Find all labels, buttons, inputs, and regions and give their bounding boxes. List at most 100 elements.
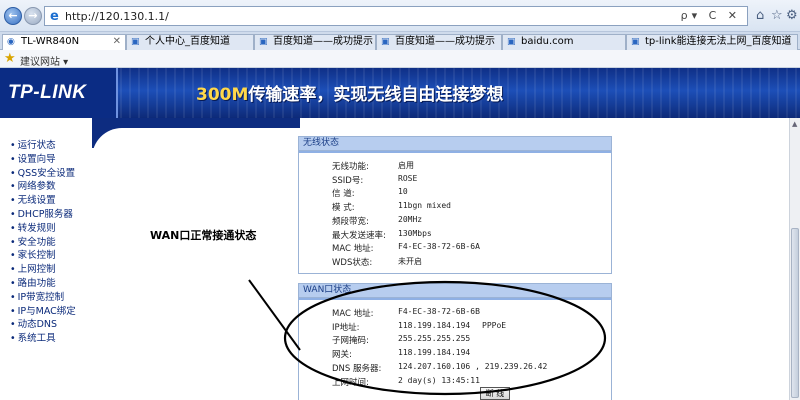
bullet-icon: •: [10, 181, 16, 193]
home-icon[interactable]: ⌂: [756, 8, 764, 23]
settings-icon[interactable]: ⚙: [786, 8, 798, 23]
wireless-row-label: MAC 地址:: [332, 244, 374, 255]
sidebar-item-label: 动态DNS: [17, 319, 58, 331]
tab-close-icon[interactable]: ✕: [113, 35, 121, 49]
sidebar-item[interactable]: • QSS安全设置: [10, 165, 75, 179]
panel-divider: [299, 298, 611, 300]
wan-row-label: IP地址:: [332, 322, 360, 333]
wireless-row-value: 未开启: [398, 256, 422, 266]
tab-baidu[interactable]: ▣ baidu.com: [502, 34, 626, 50]
bullet-icon: •: [10, 333, 16, 345]
sidebar-item-label: 网络参数: [17, 181, 56, 193]
wan-row-extra: PPPoE: [482, 320, 507, 330]
scrollbar-thumb[interactable]: [791, 228, 799, 398]
sidebar-item[interactable]: • 系统工具: [10, 330, 56, 344]
wireless-row-label: 无线功能:: [332, 162, 369, 172]
tab-strip: ◉ TL-WR840N ✕ ▣ 个人中心_百度知道 ▣ 百度知道——成功提示 ▣…: [0, 32, 800, 50]
bullet-icon: •: [10, 319, 16, 331]
sidebar-item-label: 家长控制: [17, 250, 56, 262]
page-scrollbar[interactable]: ▲: [789, 118, 800, 400]
wireless-row-label: 频段带宽:: [332, 216, 369, 227]
sidebar-item[interactable]: • IP带宽控制: [10, 289, 64, 303]
sidebar-item-label: 上网控制: [17, 264, 56, 276]
wan-row-value: 2 day(s) 13:45:11: [398, 375, 480, 385]
sidebar-item-label: DHCP服务器: [17, 209, 73, 220]
wan-row-label: 网关:: [332, 350, 352, 361]
sidebar-item-label: 转发规则: [17, 222, 56, 234]
wireless-row-label: 信 道:: [332, 189, 355, 200]
wireless-row-value: 启用: [398, 161, 414, 170]
sidebar-item-label: 路由功能: [17, 278, 56, 289]
wireless-row-label: 最大发送速率:: [332, 230, 386, 241]
scroll-up-icon[interactable]: ▲: [792, 120, 797, 128]
wan-status-title: WAN口状态: [299, 284, 611, 298]
tplink-logo: TP-LINK: [0, 68, 118, 118]
favorites-star-icon[interactable]: ★: [4, 51, 16, 66]
bullet-icon: •: [10, 195, 16, 207]
bullet-icon: •: [10, 250, 16, 262]
bullet-icon: •: [10, 222, 16, 234]
bullet-icon: •: [10, 305, 16, 317]
bullet-icon: •: [10, 236, 16, 248]
wan-row-value: 118.199.184.194: [398, 320, 471, 330]
back-button[interactable]: ←: [4, 7, 22, 25]
wan-row-value: 124.207.160.106 , 219.239.26.42: [398, 361, 548, 371]
sidebar-item-label: IP带宽控制: [17, 291, 65, 303]
sidebar-item[interactable]: • 网络参数: [10, 178, 56, 192]
wireless-row-label: WDS状态:: [332, 257, 373, 268]
sidebar-item-label: IP与MAC绑定: [17, 305, 76, 317]
bullet-icon: •: [10, 140, 16, 151]
bullet-icon: •: [10, 153, 16, 165]
suggested-sites-button[interactable]: 建议网站 ▾: [20, 53, 68, 68]
wireless-row-value: 130Mbps: [398, 228, 432, 238]
sidebar-item[interactable]: • 上网控制: [10, 261, 56, 275]
wireless-status-title: 无线状态: [299, 137, 611, 151]
address-tools[interactable]: ρ▾ C ✕: [681, 9, 741, 22]
sidebar-item[interactable]: • 路由功能: [10, 275, 56, 289]
tab-tl-wr840n[interactable]: ◉ TL-WR840N ✕: [2, 34, 126, 50]
sidebar-item[interactable]: • 设置向导: [10, 151, 56, 165]
tab-baidu-center[interactable]: ▣ 个人中心_百度知道: [126, 34, 254, 50]
tab-favicon: ▣: [131, 37, 140, 47]
sidebar-item[interactable]: • DHCP服务器: [10, 206, 73, 220]
tab-tplink-question[interactable]: ▣ tp-link能连接无法上网_百度知道: [626, 34, 798, 50]
address-bar[interactable]: e http://120.130.1.1/ ρ▾ C ✕: [44, 6, 748, 26]
address-bar-row: ← → e http://120.130.1.1/ ρ▾ C ✕ ⌂ ☆ ⚙: [0, 0, 800, 32]
tab-favicon: ▣: [507, 37, 516, 47]
sidebar-item-label: 安全功能: [17, 236, 56, 248]
bullet-icon: •: [10, 264, 16, 276]
sidebar-item[interactable]: • 家长控制: [10, 247, 56, 261]
forward-button[interactable]: →: [24, 7, 42, 25]
favorites-icon[interactable]: ☆: [771, 8, 783, 23]
sidebar-item-label: 系统工具: [17, 333, 56, 345]
sidebar-item[interactable]: • 运行状态: [10, 137, 56, 151]
wan-row-value: 255.255.255.255: [398, 334, 471, 344]
tab-favicon: ▣: [631, 37, 640, 47]
bullet-icon: •: [10, 291, 16, 303]
sidebar-item[interactable]: • 无线设置: [10, 192, 56, 206]
tab-favicon: ▣: [381, 37, 390, 47]
sidebar-item-label: 无线设置: [17, 195, 56, 207]
wireless-row-label: 模 式:: [332, 203, 355, 214]
ie-icon: e: [50, 9, 59, 24]
sidebar-item[interactable]: • 安全功能: [10, 234, 56, 248]
router-banner: TP-LINK 300M传输速率，实现无线自由连接梦想: [0, 68, 800, 118]
tab-success-2[interactable]: ▣ 百度知道——成功提示: [376, 34, 502, 50]
wan-row-label: DNS 服务器:: [332, 363, 382, 374]
sidebar-item[interactable]: • 动态DNS: [10, 316, 57, 330]
wireless-status-panel: 无线状态 无线功能: 启用 SSID号: ROSE 信 道: 10 模 式: 11bgn mi…: [298, 136, 612, 274]
panel-divider: [299, 151, 611, 153]
bullet-icon: •: [10, 209, 16, 220]
tab-favicon: ▣: [259, 37, 268, 47]
sidebar-item[interactable]: • 转发规则: [10, 220, 56, 234]
wireless-row-value: 10: [398, 187, 408, 197]
sidebar-item-label: 设置向导: [17, 153, 56, 165]
sidebar-item[interactable]: • IP与MAC绑定: [10, 303, 76, 317]
bullet-icon: •: [10, 167, 16, 179]
tab-success-1[interactable]: ▣ 百度知道——成功提示: [254, 34, 376, 50]
sidebar-item-label: 运行状态: [17, 140, 56, 151]
annotation-text: WAN口正常接通状态: [150, 229, 257, 242]
tab-favicon: ◉: [7, 37, 15, 47]
wan-status-panel: WAN口状态 MAC 地址: F4-EC-38-72-6B-6B IP地址: 118.…: [298, 283, 612, 400]
disconnect-button[interactable]: 断 线: [480, 387, 510, 400]
